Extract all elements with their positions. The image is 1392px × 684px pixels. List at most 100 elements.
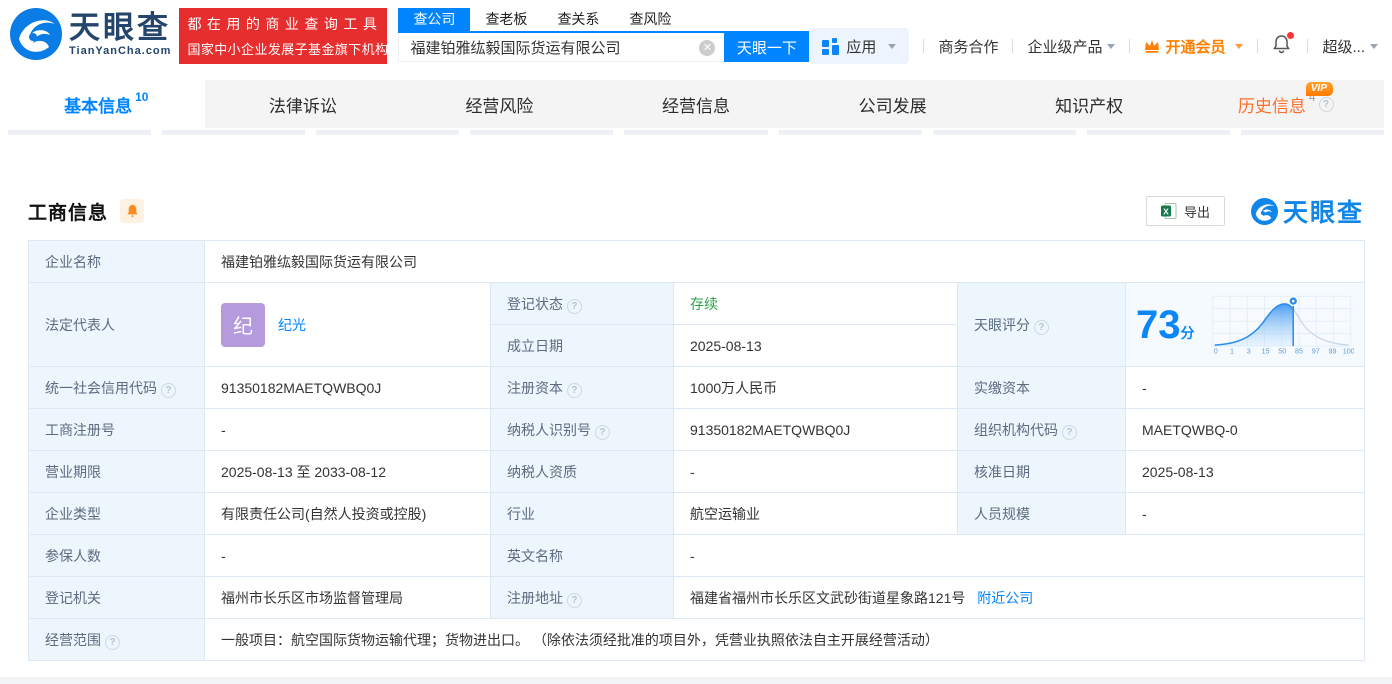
search-tab-relation[interactable]: 查关系 bbox=[542, 8, 614, 31]
company-name-label: 企业名称 bbox=[28, 240, 205, 283]
export-button[interactable]: X 导出 bbox=[1145, 196, 1225, 226]
help-icon[interactable]: ? bbox=[1318, 96, 1334, 112]
established-value: 2025-08-13 bbox=[673, 324, 958, 367]
subscribe-bell-button[interactable] bbox=[120, 199, 145, 223]
excel-icon: X bbox=[1160, 203, 1177, 219]
tianyancha-logo[interactable]: 天眼查 TianYanCha.com bbox=[10, 8, 171, 60]
legal-rep-cell: 纪 纪光 bbox=[204, 282, 491, 367]
score-cell: 73分 0 1 3 15 50 85 97 99 100 bbox=[1124, 282, 1366, 367]
export-label: 导出 bbox=[1183, 204, 1210, 220]
nearby-companies-link[interactable]: 附近公司 bbox=[977, 590, 1033, 606]
insured-value: - bbox=[204, 534, 491, 577]
tianyancha-logo-icon bbox=[10, 8, 62, 60]
tab-company-development[interactable]: 公司发展 bbox=[794, 80, 991, 128]
tab-label: 经营风险 bbox=[465, 96, 534, 116]
score-unit: 分 bbox=[1180, 324, 1195, 341]
table-row: 企业类型 有限责任公司(自然人投资或控股) 行业 航空运输业 人员规模 - bbox=[28, 492, 1366, 535]
tab-legal-proceedings[interactable]: 法律诉讼 bbox=[205, 80, 402, 128]
search-tab-company[interactable]: 查公司 bbox=[398, 8, 471, 31]
tab-label: 基本信息 bbox=[64, 96, 133, 116]
business-scope-value: 一般项目：航空国际货物运输代理；货物进出口。 （除依法须经批准的项目外，凭营业执… bbox=[203, 618, 1366, 661]
svg-text:15: 15 bbox=[1261, 347, 1269, 355]
table-row: 登记机关 福州市长乐区市场监督管理局 注册地址 ? 福建省福州市长乐区文武砂街道… bbox=[28, 576, 1366, 619]
search-input[interactable] bbox=[398, 33, 725, 62]
super-vip-label: 超级... bbox=[1322, 38, 1365, 56]
business-info-table: 企业名称 福建铂雅纮毅国际货运有限公司 法定代表人 纪 纪光 登记状态 ? 存续… bbox=[28, 240, 1366, 661]
main-content: 工商信息 X 导出 天眼查 企业名称 福建铂雅纮毅国际货运有限公司 法定代表人 … bbox=[0, 195, 1392, 661]
search-area: 查公司 查老板 查关系 查风险 ✕ 天眼一下 bbox=[398, 8, 810, 62]
logo-brand-text: 天眼查 bbox=[69, 9, 171, 45]
help-icon[interactable]: ? bbox=[104, 634, 120, 650]
established-label: 成立日期 bbox=[490, 324, 674, 367]
bell-icon bbox=[126, 204, 138, 217]
table-row: 统一社会信用代码 ? 91350182MAETQWBQ0J 注册资本 ? 100… bbox=[28, 366, 1366, 409]
score-value: 73 bbox=[1136, 302, 1181, 347]
status-badge: 存续 bbox=[690, 295, 718, 312]
business-term-value: 2025-08-13 至 2033-08-12 bbox=[204, 450, 491, 493]
page-title: 工商信息 bbox=[28, 202, 109, 224]
chevron-down-icon bbox=[1107, 43, 1116, 49]
search-tab-risk[interactable]: 查风险 bbox=[614, 8, 686, 31]
header-menu: 应用 商务合作 企业级产品 开通会员 超级... bbox=[809, 28, 1378, 64]
tab-basic-info[interactable]: 基本信息 10 bbox=[8, 80, 205, 128]
legal-rep-avatar[interactable]: 纪 bbox=[221, 302, 265, 347]
watermark-text: 天眼查 bbox=[1282, 199, 1364, 227]
tianyancha-watermark-icon bbox=[1250, 197, 1278, 225]
industry-label: 行业 bbox=[490, 492, 674, 535]
chevron-down-icon bbox=[1235, 43, 1244, 49]
tab-intellectual-property[interactable]: 知识产权 bbox=[991, 80, 1188, 128]
tab-operating-risk[interactable]: 经营风险 bbox=[401, 80, 598, 128]
top-header: 天眼查 TianYanCha.com 都在用的商业查询工具 国家中小企业发展子基… bbox=[0, 0, 1392, 72]
menu-super-vip[interactable]: 超级... bbox=[1322, 36, 1378, 57]
tab-operating-info[interactable]: 经营信息 bbox=[598, 80, 795, 128]
business-term-label: 营业期限 bbox=[28, 450, 205, 493]
svg-text:97: 97 bbox=[1311, 347, 1319, 355]
table-row: 法定代表人 纪 纪光 登记状态 ? 存续 天眼评分 ? 73分 0 1 3 15… bbox=[28, 282, 1366, 367]
paid-capital-value: - bbox=[1124, 366, 1366, 409]
svg-text:1: 1 bbox=[1229, 347, 1233, 355]
help-icon[interactable]: ? bbox=[1033, 319, 1049, 335]
approval-date-value: 2025-08-13 bbox=[1124, 450, 1366, 493]
apps-menu-button[interactable]: 应用 bbox=[809, 28, 910, 64]
search-tab-boss[interactable]: 查老板 bbox=[470, 8, 542, 31]
divider bbox=[923, 39, 925, 53]
notifications-bell-icon[interactable] bbox=[1272, 32, 1295, 58]
english-name-label: 英文名称 bbox=[490, 534, 674, 577]
tab-history-info[interactable]: VIP 历史信息 4 ? bbox=[1187, 80, 1384, 128]
approval-date-label: 核准日期 bbox=[957, 450, 1126, 493]
help-icon[interactable]: ? bbox=[566, 382, 582, 398]
help-icon[interactable]: ? bbox=[1061, 424, 1077, 440]
table-row: 参保人数 - 英文名称 - bbox=[28, 534, 1366, 577]
menu-business-coop[interactable]: 商务合作 bbox=[938, 36, 998, 57]
promo-banner: 都在用的商业查询工具 国家中小企业发展子基金旗下机构 bbox=[179, 8, 388, 64]
tab-label: 经营信息 bbox=[662, 96, 731, 116]
menu-enterprise-products[interactable]: 企业级产品 bbox=[1027, 36, 1116, 57]
help-icon[interactable]: ? bbox=[566, 298, 582, 314]
help-icon[interactable]: ? bbox=[594, 424, 610, 440]
svg-text:50: 50 bbox=[1278, 347, 1286, 355]
divider bbox=[1257, 39, 1259, 53]
uscc-label: 统一社会信用代码 ? bbox=[28, 366, 205, 409]
legal-rep-label: 法定代表人 bbox=[28, 282, 205, 367]
help-icon[interactable]: ? bbox=[566, 592, 582, 608]
apps-grid-icon bbox=[822, 37, 840, 55]
industry-value: 航空运输业 bbox=[673, 492, 958, 535]
tab-count: 10 bbox=[135, 90, 149, 104]
table-row: 工商注册号 - 纳税人识别号 ? 91350182MAETQWBQ0J 组织机构… bbox=[28, 408, 1366, 451]
reg-authority-value: 福州市长乐区市场监督管理局 bbox=[204, 576, 491, 619]
english-name-value: - bbox=[672, 534, 1366, 577]
help-icon[interactable]: ? bbox=[160, 382, 176, 398]
join-vip-label: 开通会员 bbox=[1165, 38, 1226, 56]
legal-rep-link[interactable]: 纪光 bbox=[278, 315, 306, 335]
reg-authority-label: 登记机关 bbox=[28, 576, 205, 619]
notification-dot bbox=[1287, 32, 1295, 39]
company-name-value: 福建铂雅纮毅国际货运有限公司 bbox=[203, 240, 1366, 283]
reg-capital-label: 注册资本 ? bbox=[490, 366, 674, 409]
tab-label: 知识产权 bbox=[1055, 96, 1124, 116]
table-row: 企业名称 福建铂雅纮毅国际货运有限公司 bbox=[28, 240, 1366, 283]
reg-status-label: 登记状态 ? bbox=[490, 282, 674, 325]
menu-join-vip[interactable]: 开通会员 bbox=[1144, 36, 1244, 57]
svg-text:99: 99 bbox=[1328, 347, 1336, 355]
search-button[interactable]: 天眼一下 bbox=[724, 33, 810, 62]
divider bbox=[1307, 39, 1309, 53]
